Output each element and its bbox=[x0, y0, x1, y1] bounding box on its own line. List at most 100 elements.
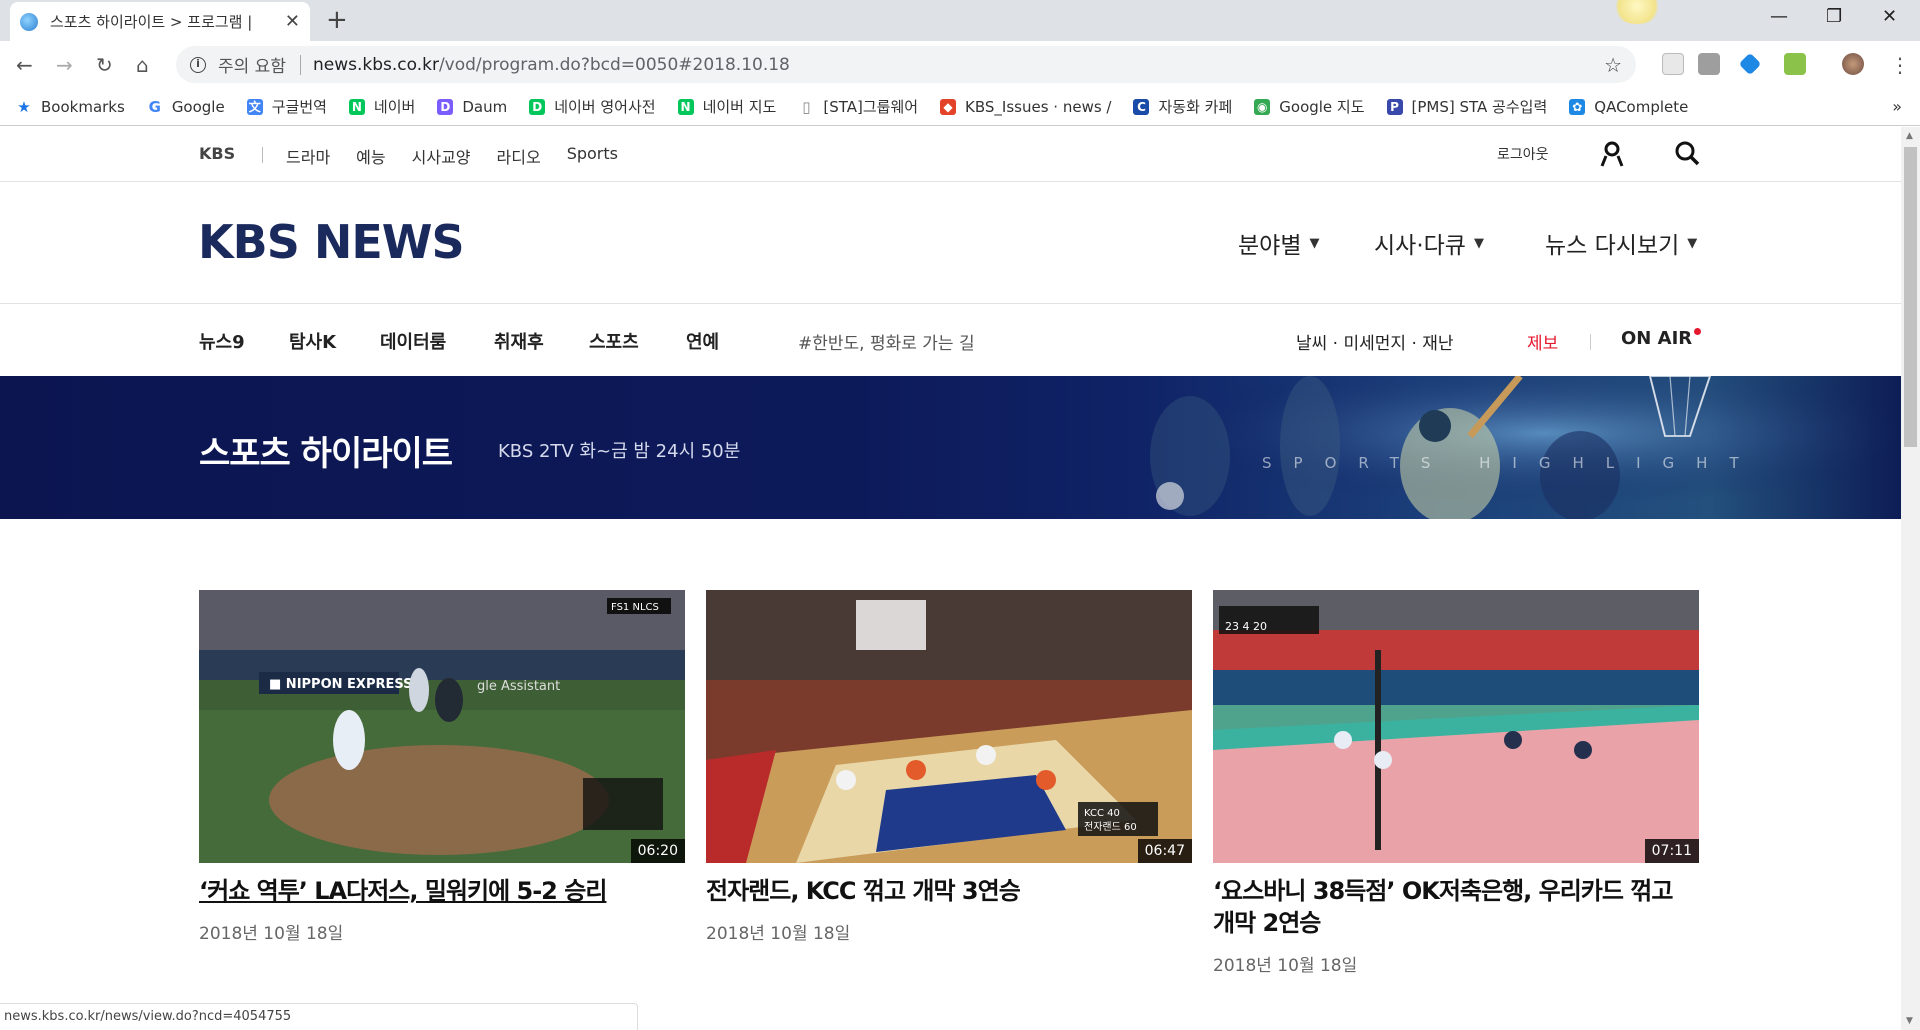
nav-link-current-affairs[interactable]: 시사교양 bbox=[412, 144, 471, 168]
tab-active[interactable]: 스포츠 하이라이트 > 프로그램 | ✕ bbox=[10, 2, 310, 41]
video-date: 2018년 10월 18일 bbox=[706, 924, 851, 944]
volleyball-thumbnail-image: 23 4 20 bbox=[1213, 590, 1699, 863]
restore-button[interactable]: ❐ bbox=[1826, 6, 1842, 27]
bookmark-item[interactable]: ★ Bookmarks bbox=[16, 98, 125, 116]
bookmark-item[interactable]: N 네이버 지도 bbox=[677, 96, 776, 117]
user-icon[interactable] bbox=[1600, 141, 1624, 167]
qa-icon: ✿ bbox=[1569, 98, 1586, 115]
category-behind-story[interactable]: 취재후 bbox=[494, 328, 544, 354]
bookmark-item[interactable]: D Daum bbox=[437, 98, 507, 116]
bookmark-label: 네이버 bbox=[373, 98, 416, 116]
page-viewport: KBS 드라마 예능 시사교양 라디오 Sports 로그아웃 KBS NEWS… bbox=[0, 127, 1901, 1030]
bookmark-item[interactable]: D 네이버 영어사전 bbox=[529, 96, 656, 117]
bookmark-label: QAComplete bbox=[1594, 97, 1689, 116]
kbs-news-logo[interactable]: KBS NEWS bbox=[198, 215, 465, 269]
bookmark-label: 구글번역 bbox=[271, 98, 327, 116]
kbs-favicon-icon bbox=[20, 12, 38, 31]
extension-1-icon[interactable] bbox=[1662, 53, 1684, 75]
bookmark-label: [STA]그룹웨어 bbox=[823, 98, 919, 116]
bookmark-item[interactable]: ◆ KBS_Issues · news / bbox=[940, 98, 1111, 116]
back-icon[interactable]: ← bbox=[16, 53, 33, 77]
category-dataroom[interactable]: 데이터룸 bbox=[380, 328, 446, 354]
report-link[interactable]: 제보 bbox=[1527, 329, 1558, 354]
bookmark-item[interactable]: ◉ Google 지도 bbox=[1254, 96, 1365, 117]
bookmark-item[interactable]: 文 구글번역 bbox=[246, 96, 327, 117]
svg-text:FS1 NLCS: FS1 NLCS bbox=[611, 602, 659, 613]
sun-decoration-icon bbox=[1612, 0, 1662, 24]
divider bbox=[299, 54, 301, 75]
bookmark-label: Google 지도 bbox=[1279, 98, 1365, 116]
reload-icon[interactable]: ↻ bbox=[96, 53, 113, 77]
site-header: KBS NEWS 분야별 ▼ 시사·다큐 ▼ 뉴스 다시보기 ▼ bbox=[0, 182, 1901, 304]
menu-kebab-icon[interactable]: ⋮ bbox=[1890, 53, 1910, 77]
video-title[interactable]: 전자랜드, KCC 꺾고 개막 3연승 bbox=[706, 875, 1192, 907]
bookmark-item[interactable]: ▯ [STA]그룹웨어 bbox=[798, 96, 918, 117]
caret-down-icon: ▼ bbox=[1473, 235, 1484, 251]
address-bar[interactable]: i 주의 요함 news.kbs.co.kr/vod/program.do?bc… bbox=[176, 46, 1636, 83]
bookmark-label: KBS_Issues · news / bbox=[965, 97, 1112, 116]
category-entertainment[interactable]: 연예 bbox=[686, 328, 719, 354]
profile-avatar[interactable] bbox=[1842, 53, 1864, 75]
pms-icon: P bbox=[1386, 98, 1403, 115]
nav-link-radio[interactable]: 라디오 bbox=[497, 144, 541, 168]
video-thumbnail[interactable]: ■ NIPPON EXPRESS gle Assistant FS1 NLCS … bbox=[199, 590, 685, 863]
bookmark-label: [PMS] STA 공수입력 bbox=[1411, 98, 1548, 116]
page-scrollbar[interactable]: ▲ ▼ bbox=[1901, 127, 1920, 1030]
hashtag-link[interactable]: #한반도, 평화로 가는 길 bbox=[798, 329, 975, 354]
video-card[interactable]: KCC 40 전자랜드 60 06:47 전자랜드, KCC 꺾고 개막 3연승… bbox=[706, 590, 1192, 944]
video-date: 2018년 10월 18일 bbox=[199, 924, 344, 944]
kbs-home-link[interactable]: KBS bbox=[199, 144, 235, 163]
menu-news-replay[interactable]: 뉴스 다시보기 ▼ bbox=[1545, 226, 1697, 260]
home-icon[interactable]: ⌂ bbox=[136, 53, 149, 77]
tab-title: 스포츠 하이라이트 > 프로그램 | bbox=[50, 13, 253, 31]
video-card[interactable]: ■ NIPPON EXPRESS gle Assistant FS1 NLCS … bbox=[199, 590, 685, 944]
bookmark-star-icon[interactable]: ☆ bbox=[1604, 53, 1622, 77]
extension-4-icon[interactable] bbox=[1784, 53, 1806, 75]
video-card[interactable]: 23 4 20 07:11 ‘요스바니 38득점’ OK저축은행, 우리카드 꺾… bbox=[1213, 590, 1699, 976]
bookmark-item[interactable]: ✿ QAComplete bbox=[1569, 98, 1688, 116]
menu-by-field[interactable]: 분야별 ▼ bbox=[1238, 226, 1319, 260]
scrollbar-thumb[interactable] bbox=[1904, 147, 1917, 447]
video-title[interactable]: ‘커쇼 역투’ LA다저스, 밀워키에 5-2 승리 bbox=[199, 875, 685, 907]
menu-documentary[interactable]: 시사·다큐 ▼ bbox=[1374, 226, 1484, 260]
video-thumbnail[interactable]: KCC 40 전자랜드 60 06:47 bbox=[706, 590, 1192, 863]
program-schedule: KBS 2TV 화~금 밤 24시 50분 bbox=[498, 441, 741, 462]
video-thumbnail[interactable]: 23 4 20 07:11 bbox=[1213, 590, 1699, 863]
weather-link[interactable]: 날씨 · 미세먼지 · 재난 bbox=[1296, 329, 1454, 354]
bookmark-item[interactable]: G Google bbox=[147, 98, 225, 116]
minimize-button[interactable]: — bbox=[1770, 6, 1788, 27]
forward-icon[interactable]: → bbox=[56, 53, 73, 77]
bookmark-item[interactable]: C 자동화 카페 bbox=[1133, 96, 1232, 117]
bookmarks-bar: ★ Bookmarks G Google 文 구글번역 N 네이버 D Daum D 네이버 영어사전… bbox=[0, 88, 1920, 126]
url-text[interactable]: news.kbs.co.kr/vod/program.do?bcd=0050#2… bbox=[313, 55, 790, 75]
extension-2-icon[interactable] bbox=[1698, 53, 1720, 75]
tab-strip: 스포츠 하이라이트 > 프로그램 | ✕ + — ❐ ✕ bbox=[0, 0, 1920, 41]
close-tab-icon[interactable]: ✕ bbox=[285, 11, 300, 32]
on-air-link[interactable]: ON AIR bbox=[1621, 328, 1702, 349]
extension-3-icon[interactable] bbox=[1738, 52, 1762, 76]
scroll-down-icon[interactable]: ▼ bbox=[1906, 1016, 1913, 1026]
close-window-button[interactable]: ✕ bbox=[1882, 6, 1897, 27]
nav-link-entertainment[interactable]: 예능 bbox=[356, 144, 385, 168]
video-duration: 06:47 bbox=[1137, 839, 1192, 863]
channel-links: 드라마 예능 시사교양 라디오 Sports bbox=[286, 144, 618, 168]
nav-link-drama[interactable]: 드라마 bbox=[286, 144, 330, 168]
bookmark-item[interactable]: P [PMS] STA 공수입력 bbox=[1386, 96, 1548, 117]
nav-link-sports[interactable]: Sports bbox=[567, 144, 618, 168]
new-tab-button[interactable]: + bbox=[326, 6, 348, 34]
baseball-thumbnail-image: ■ NIPPON EXPRESS gle Assistant FS1 NLCS bbox=[199, 590, 685, 863]
category-news9[interactable]: 뉴스9 bbox=[199, 328, 245, 354]
bookmark-item[interactable]: N 네이버 bbox=[348, 96, 416, 117]
search-icon[interactable] bbox=[1674, 140, 1700, 166]
svg-text:■ NIPPON EXPRESS: ■ NIPPON EXPRESS bbox=[269, 677, 413, 692]
url-host: news.kbs.co.kr bbox=[312, 54, 439, 75]
bookmarks-more-icon[interactable]: » bbox=[1892, 97, 1902, 116]
banner-watermark: SPORTS HIGHLIGHT bbox=[1262, 454, 1761, 472]
info-icon[interactable]: i bbox=[190, 56, 206, 73]
logout-link[interactable]: 로그아웃 bbox=[1497, 144, 1549, 164]
category-tamsa-k[interactable]: 탐사K bbox=[289, 328, 336, 354]
category-sports[interactable]: 스포츠 bbox=[589, 328, 639, 354]
scroll-up-icon[interactable]: ▲ bbox=[1906, 131, 1913, 141]
on-air-label: ON AIR bbox=[1621, 328, 1693, 349]
video-title[interactable]: ‘요스바니 38득점’ OK저축은행, 우리카드 꺾고 개막 2연승 bbox=[1213, 875, 1699, 939]
